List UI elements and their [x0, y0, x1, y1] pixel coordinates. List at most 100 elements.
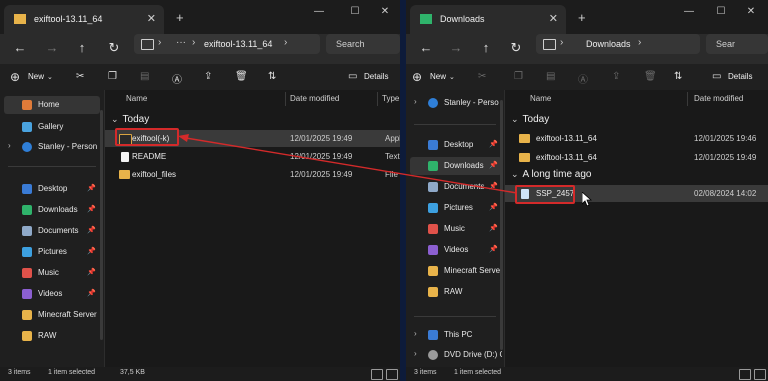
- chevron-down-icon[interactable]: ⌄: [449, 73, 455, 81]
- forward-button[interactable]: →: [448, 40, 464, 55]
- sort-icon[interactable]: ⇅: [674, 71, 682, 82]
- column-divider[interactable]: [377, 92, 378, 106]
- chevron-right-icon[interactable]: ›: [8, 141, 11, 150]
- sidebar-item-desktop[interactable]: Desktop 📌: [410, 136, 502, 154]
- more-path-icon[interactable]: ···: [176, 37, 186, 48]
- cut-icon[interactable]: ✂: [76, 71, 84, 82]
- up-button[interactable]: ↑: [74, 40, 90, 55]
- close-tab-icon[interactable]: ✕: [549, 12, 558, 25]
- group-header-long-ago[interactable]: ⌄ A long time ago: [511, 169, 591, 180]
- sidebar-item-music[interactable]: Music 📌: [4, 264, 100, 282]
- details-pane-icon[interactable]: ▭: [712, 71, 721, 82]
- new-tab-button[interactable]: +: [176, 10, 184, 25]
- sort-icon[interactable]: ⇅: [268, 71, 276, 82]
- sidebar-item-this-pc[interactable]: › This PC: [410, 326, 502, 344]
- new-button[interactable]: New: [430, 72, 446, 81]
- column-header-type[interactable]: Type: [382, 94, 399, 103]
- up-button[interactable]: ↑: [478, 40, 494, 55]
- tiles-view-icon[interactable]: [754, 369, 766, 380]
- chevron-right-icon[interactable]: ›: [414, 349, 417, 358]
- sidebar-item-raw[interactable]: RAW: [4, 327, 100, 345]
- copy-icon[interactable]: ❐: [108, 71, 117, 82]
- column-divider[interactable]: [285, 92, 286, 106]
- new-plus-icon[interactable]: ⊕: [412, 70, 422, 84]
- details-button[interactable]: Details: [728, 72, 752, 81]
- new-plus-icon[interactable]: ⊕: [10, 70, 20, 84]
- sidebar-item-dvd-drive[interactable]: › DVD Drive (D:) C: [410, 346, 502, 364]
- details-button[interactable]: Details: [364, 72, 388, 81]
- file-row-readme[interactable]: README 12/01/2025 19:49 Text: [105, 148, 400, 165]
- sidebar-item-minecraft-server[interactable]: Minecraft Server: [410, 262, 502, 280]
- file-row-exiftool-folder-2[interactable]: exiftool-13.11_64 12/01/2025 19:49: [505, 149, 768, 166]
- sidebar-scrollbar[interactable]: [500, 100, 503, 350]
- sidebar-item-gallery[interactable]: Gallery: [4, 118, 100, 136]
- details-pane-icon[interactable]: ▭: [348, 71, 357, 82]
- minimize-button[interactable]: —: [310, 6, 328, 17]
- address-bar[interactable]: › Downloads ›: [536, 34, 700, 54]
- refresh-button[interactable]: ↻: [508, 40, 524, 56]
- column-header-date[interactable]: Date modified: [694, 94, 743, 103]
- address-path[interactable]: Downloads: [586, 39, 631, 49]
- tab-exiftool[interactable]: exiftool-13.11_64 ✕: [4, 5, 164, 34]
- address-bar[interactable]: › ··· › exiftool-13.11_64 ›: [134, 34, 320, 54]
- search-box[interactable]: Sear: [706, 34, 768, 54]
- details-view-icon[interactable]: [371, 369, 383, 380]
- new-button[interactable]: New: [28, 72, 44, 81]
- column-header-name[interactable]: Name: [530, 94, 551, 103]
- chevron-right-icon[interactable]: ›: [414, 329, 417, 338]
- maximize-button[interactable]: ☐: [346, 6, 364, 17]
- close-window-button[interactable]: ✕: [376, 6, 394, 17]
- tab-downloads[interactable]: Downloads ✕: [410, 5, 566, 34]
- paste-icon[interactable]: ▤: [140, 71, 149, 82]
- delete-icon[interactable]: 🗑: [235, 71, 248, 82]
- sidebar-item-downloads[interactable]: Downloads 📌: [410, 157, 502, 175]
- minimize-button[interactable]: —: [680, 6, 698, 17]
- back-button[interactable]: ←: [418, 40, 434, 55]
- sidebar-item-onedrive[interactable]: › Stanley - Person: [4, 138, 100, 156]
- new-tab-button[interactable]: +: [578, 10, 586, 25]
- share-icon[interactable]: ⇪: [204, 71, 212, 82]
- rename-icon[interactable]: Ⓐ: [578, 71, 588, 86]
- search-input[interactable]: Sear: [716, 39, 735, 49]
- maximize-button[interactable]: ☐: [712, 6, 730, 17]
- column-header-name[interactable]: Name: [126, 94, 147, 103]
- sidebar-item-downloads[interactable]: Downloads 📌: [4, 201, 100, 219]
- sidebar-item-minecraft-server[interactable]: Minecraft Server: [4, 306, 100, 324]
- refresh-button[interactable]: ↻: [106, 40, 122, 56]
- share-icon[interactable]: ⇪: [612, 71, 620, 82]
- sidebar-item-desktop[interactable]: Desktop 📌: [4, 180, 100, 198]
- sidebar-item-documents[interactable]: Documents 📌: [4, 222, 100, 240]
- sidebar-item-videos[interactable]: Videos 📌: [410, 241, 502, 259]
- close-tab-icon[interactable]: ✕: [147, 12, 156, 25]
- chevron-down-icon[interactable]: ⌄: [47, 73, 53, 81]
- search-box[interactable]: Search: [326, 34, 400, 54]
- delete-icon[interactable]: 🗑: [644, 71, 657, 82]
- file-row-exiftool-files[interactable]: exiftool_files 12/01/2025 19:49 File f: [105, 166, 400, 183]
- cut-icon[interactable]: ✂: [478, 71, 486, 82]
- group-header-today[interactable]: ⌄ Today: [111, 114, 149, 125]
- sidebar-item-home[interactable]: Home: [4, 96, 100, 114]
- sidebar-item-music[interactable]: Music 📌: [410, 220, 502, 238]
- copy-icon[interactable]: ❐: [514, 71, 523, 82]
- tiles-view-icon[interactable]: [386, 369, 398, 380]
- column-header-date[interactable]: Date modified: [290, 94, 339, 103]
- sidebar-item-onedrive[interactable]: › Stanley - Perso: [410, 94, 502, 112]
- group-header-today[interactable]: ⌄ Today: [511, 114, 549, 125]
- file-row-exiftool-folder-1[interactable]: exiftool-13.11_64 12/01/2025 19:46: [505, 130, 768, 147]
- forward-button[interactable]: →: [44, 40, 60, 55]
- close-window-button[interactable]: ✕: [742, 6, 760, 17]
- details-view-icon[interactable]: [739, 369, 751, 380]
- address-path[interactable]: exiftool-13.11_64: [204, 39, 272, 49]
- sidebar-item-videos[interactable]: Videos 📌: [4, 285, 100, 303]
- search-input[interactable]: Search: [336, 39, 365, 49]
- back-button[interactable]: ←: [12, 40, 28, 55]
- column-divider[interactable]: [687, 92, 688, 106]
- rename-icon[interactable]: Ⓐ: [172, 71, 182, 86]
- sidebar-item-pictures[interactable]: Pictures 📌: [410, 199, 502, 217]
- chevron-right-icon[interactable]: ›: [414, 97, 417, 106]
- sidebar-scrollbar[interactable]: [100, 110, 103, 340]
- sidebar-item-documents[interactable]: Documents 📌: [410, 178, 502, 196]
- sidebar-item-pictures[interactable]: Pictures 📌: [4, 243, 100, 261]
- paste-icon[interactable]: ▤: [546, 71, 555, 82]
- sidebar-item-raw[interactable]: RAW: [410, 283, 502, 301]
